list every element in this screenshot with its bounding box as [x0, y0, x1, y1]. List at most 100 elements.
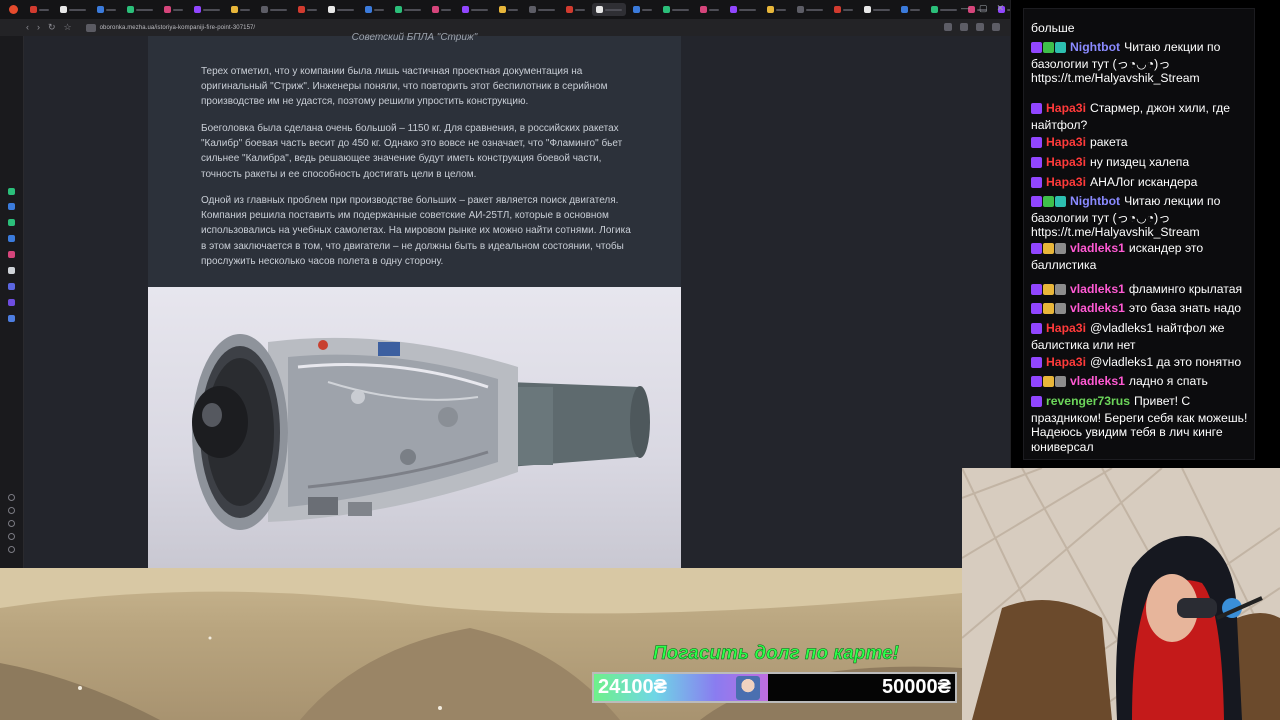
maximize-icon[interactable]: ▢	[979, 3, 988, 14]
chat-badge-icon[interactable]	[1043, 196, 1054, 207]
browser-tab[interactable]	[525, 3, 559, 16]
reload-icon[interactable]: ↻	[48, 23, 56, 32]
chat-badge-icon[interactable]	[1031, 196, 1042, 207]
chat-username[interactable]: Нара3і	[1046, 321, 1086, 335]
url-text[interactable]: oboronka.mezha.ua/istoriya-kompaniji-fir…	[100, 25, 256, 31]
chat-badge-icon[interactable]	[1031, 323, 1042, 334]
sidebar-app-icon[interactable]	[8, 235, 15, 242]
chat-badge-icon[interactable]	[1055, 376, 1066, 387]
sidebar-help-icon[interactable]	[8, 546, 15, 553]
browser-tab[interactable]	[93, 3, 120, 16]
sidebar-x-icon[interactable]	[8, 267, 15, 274]
browser-tab[interactable]	[324, 3, 358, 16]
sidebar-telegram-icon[interactable]	[8, 203, 15, 210]
chat-badge-icon[interactable]	[1031, 376, 1042, 387]
browser-tab[interactable]	[257, 3, 291, 16]
browser-tab[interactable]	[160, 3, 187, 16]
browser-tab[interactable]	[56, 3, 90, 16]
extensions-icon[interactable]	[960, 23, 968, 31]
browser-tab[interactable]	[361, 3, 388, 16]
browser-tab[interactable]	[830, 3, 857, 16]
browser-tab[interactable]	[897, 3, 924, 16]
chat-username[interactable]: Нара3і	[1046, 355, 1086, 369]
chat-badge-icon[interactable]	[1055, 303, 1066, 314]
back-icon[interactable]: ‹	[26, 23, 29, 32]
browser-tab[interactable]	[696, 3, 723, 16]
chat-badge-icon[interactable]	[1055, 243, 1066, 254]
tab-title	[69, 8, 86, 11]
tab-title	[307, 8, 317, 11]
chat-badge-icon[interactable]	[1031, 177, 1042, 188]
tab-favicon-icon	[730, 6, 737, 13]
sidebar-settings-icon[interactable]	[8, 533, 15, 540]
browser-tab[interactable]	[294, 3, 321, 16]
browser-tab[interactable]	[860, 3, 894, 16]
close-icon[interactable]: ✕	[996, 3, 1004, 14]
sidebar-history-icon[interactable]	[8, 494, 15, 501]
chat-username[interactable]: vladleks1	[1070, 241, 1125, 255]
brave-shield-icon[interactable]	[944, 23, 952, 31]
browser-tab[interactable]	[123, 3, 157, 16]
shield-icon[interactable]	[85, 23, 96, 32]
chat-username[interactable]: Нара3і	[1046, 101, 1086, 115]
chat-badge-icon[interactable]	[1055, 42, 1066, 53]
chat-badge-icon[interactable]	[1031, 284, 1042, 295]
chat-badge-icon[interactable]	[1031, 396, 1042, 407]
chat-username[interactable]: Нара3і	[1046, 175, 1086, 189]
browser-tab[interactable]	[763, 3, 790, 16]
browser-tab[interactable]	[495, 3, 522, 16]
browser-tab[interactable]	[227, 3, 254, 16]
browser-tab[interactable]	[659, 3, 693, 16]
chat-badge-icon[interactable]	[1031, 243, 1042, 254]
chat-badge-icon[interactable]	[1031, 137, 1042, 148]
menu-icon[interactable]	[992, 23, 1000, 31]
browser-tab[interactable]	[26, 3, 53, 16]
minimize-icon[interactable]: —	[961, 3, 970, 14]
bookmark-icon[interactable]: ☆	[64, 23, 72, 32]
chat-badge-icon[interactable]	[1043, 243, 1054, 254]
sidebar-whatsapp-icon[interactable]	[8, 188, 15, 195]
tab-title	[374, 8, 384, 11]
sidebar-twitch-icon[interactable]	[8, 299, 15, 306]
sidebar-bookmarks-icon[interactable]	[8, 507, 15, 514]
tab-favicon-icon	[164, 6, 171, 13]
browser-tab[interactable]	[391, 3, 425, 16]
chat-badge-icon[interactable]	[1043, 376, 1054, 387]
chat-badge-icon[interactable]	[1031, 103, 1042, 114]
brave-logo-icon[interactable]	[9, 5, 18, 14]
browser-tab[interactable]	[592, 3, 626, 16]
browser-tab[interactable]	[190, 3, 224, 16]
chat-badge-icon[interactable]	[1055, 196, 1066, 207]
chat-badge-icon[interactable]	[1031, 42, 1042, 53]
chat-badge-icon[interactable]	[1031, 357, 1042, 368]
browser-tab[interactable]	[428, 3, 455, 16]
chat-username[interactable]: vladleks1	[1070, 301, 1125, 315]
sidebar-messenger-icon[interactable]	[8, 219, 15, 226]
chat-username[interactable]: revenger73rus	[1046, 394, 1130, 408]
chat-username[interactable]: vladleks1	[1070, 282, 1125, 296]
chat-badge-icon[interactable]	[1043, 42, 1054, 53]
browser-tab[interactable]	[562, 3, 589, 16]
chat-message-list[interactable]: больше Nightbot Читаю лекции по базологии …	[1023, 8, 1255, 460]
sidebar-clock-icon[interactable]	[8, 520, 15, 527]
chat-badge-icon[interactable]	[1043, 284, 1054, 295]
chat-username[interactable]: vladleks1	[1070, 374, 1125, 388]
browser-tab[interactable]	[793, 3, 827, 16]
chat-username[interactable]: Nightbot	[1070, 194, 1120, 208]
sidebar-app2-icon[interactable]	[8, 315, 15, 322]
sidebar-instagram-icon[interactable]	[8, 251, 15, 258]
downloads-icon[interactable]	[976, 23, 984, 31]
chat-badge-icon[interactable]	[1031, 157, 1042, 168]
browser-tab[interactable]	[726, 3, 760, 16]
chat-badge-icon[interactable]	[1043, 303, 1054, 314]
chat-badge-icon[interactable]	[1055, 284, 1066, 295]
sidebar-discord-icon[interactable]	[8, 283, 15, 290]
chat-username[interactable]: Nightbot	[1070, 40, 1120, 54]
forward-icon[interactable]: ›	[37, 23, 40, 32]
browser-tab[interactable]	[927, 3, 961, 16]
chat-username[interactable]: Нара3і	[1046, 155, 1086, 169]
chat-badge-icon[interactable]	[1031, 303, 1042, 314]
chat-username[interactable]: Нара3і	[1046, 135, 1086, 149]
browser-tab[interactable]	[629, 3, 656, 16]
browser-tab[interactable]	[458, 3, 492, 16]
